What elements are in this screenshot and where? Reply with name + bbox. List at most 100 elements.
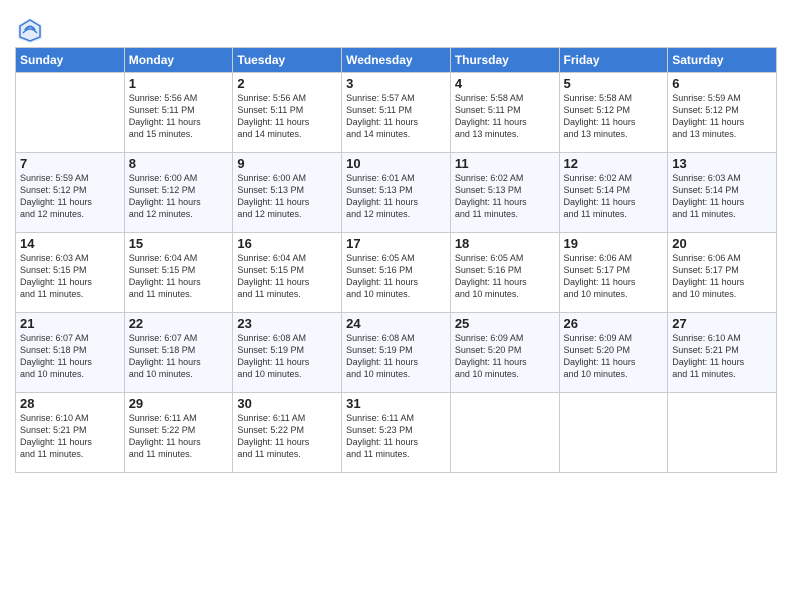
- day-number: 16: [237, 236, 337, 251]
- cell-info: Sunrise: 6:01 AM Sunset: 5:13 PM Dayligh…: [346, 172, 446, 221]
- day-header-tuesday: Tuesday: [233, 48, 342, 73]
- day-number: 8: [129, 156, 229, 171]
- day-number: 30: [237, 396, 337, 411]
- cell-info: Sunrise: 6:03 AM Sunset: 5:14 PM Dayligh…: [672, 172, 772, 221]
- header: [15, 10, 777, 45]
- day-number: 31: [346, 396, 446, 411]
- calendar-week-4: 21Sunrise: 6:07 AM Sunset: 5:18 PM Dayli…: [16, 313, 777, 393]
- logo: [15, 15, 49, 45]
- cell-info: Sunrise: 6:11 AM Sunset: 5:23 PM Dayligh…: [346, 412, 446, 461]
- day-number: 1: [129, 76, 229, 91]
- day-number: 12: [564, 156, 664, 171]
- calendar-cell: 19Sunrise: 6:06 AM Sunset: 5:17 PM Dayli…: [559, 233, 668, 313]
- calendar-cell: 28Sunrise: 6:10 AM Sunset: 5:21 PM Dayli…: [16, 393, 125, 473]
- day-header-wednesday: Wednesday: [342, 48, 451, 73]
- calendar-cell: 26Sunrise: 6:09 AM Sunset: 5:20 PM Dayli…: [559, 313, 668, 393]
- day-header-monday: Monday: [124, 48, 233, 73]
- cell-info: Sunrise: 6:05 AM Sunset: 5:16 PM Dayligh…: [455, 252, 555, 301]
- calendar-cell: 3Sunrise: 5:57 AM Sunset: 5:11 PM Daylig…: [342, 73, 451, 153]
- cell-info: Sunrise: 6:08 AM Sunset: 5:19 PM Dayligh…: [346, 332, 446, 381]
- calendar-cell: 16Sunrise: 6:04 AM Sunset: 5:15 PM Dayli…: [233, 233, 342, 313]
- calendar-cell: 7Sunrise: 5:59 AM Sunset: 5:12 PM Daylig…: [16, 153, 125, 233]
- calendar-cell: 23Sunrise: 6:08 AM Sunset: 5:19 PM Dayli…: [233, 313, 342, 393]
- day-number: 2: [237, 76, 337, 91]
- cell-info: Sunrise: 5:56 AM Sunset: 5:11 PM Dayligh…: [129, 92, 229, 141]
- cell-info: Sunrise: 5:56 AM Sunset: 5:11 PM Dayligh…: [237, 92, 337, 141]
- calendar-cell: 24Sunrise: 6:08 AM Sunset: 5:19 PM Dayli…: [342, 313, 451, 393]
- calendar-cell: 14Sunrise: 6:03 AM Sunset: 5:15 PM Dayli…: [16, 233, 125, 313]
- calendar-week-1: 1Sunrise: 5:56 AM Sunset: 5:11 PM Daylig…: [16, 73, 777, 153]
- cell-info: Sunrise: 5:57 AM Sunset: 5:11 PM Dayligh…: [346, 92, 446, 141]
- cell-info: Sunrise: 6:07 AM Sunset: 5:18 PM Dayligh…: [20, 332, 120, 381]
- cell-info: Sunrise: 5:58 AM Sunset: 5:12 PM Dayligh…: [564, 92, 664, 141]
- day-number: 21: [20, 316, 120, 331]
- calendar-cell: 9Sunrise: 6:00 AM Sunset: 5:13 PM Daylig…: [233, 153, 342, 233]
- day-header-saturday: Saturday: [668, 48, 777, 73]
- day-number: 19: [564, 236, 664, 251]
- cell-info: Sunrise: 6:00 AM Sunset: 5:13 PM Dayligh…: [237, 172, 337, 221]
- day-number: 29: [129, 396, 229, 411]
- calendar-cell: 21Sunrise: 6:07 AM Sunset: 5:18 PM Dayli…: [16, 313, 125, 393]
- calendar-cell: 25Sunrise: 6:09 AM Sunset: 5:20 PM Dayli…: [450, 313, 559, 393]
- logo-icon: [15, 15, 45, 45]
- cell-info: Sunrise: 6:03 AM Sunset: 5:15 PM Dayligh…: [20, 252, 120, 301]
- cell-info: Sunrise: 6:11 AM Sunset: 5:22 PM Dayligh…: [237, 412, 337, 461]
- day-number: 10: [346, 156, 446, 171]
- day-number: 27: [672, 316, 772, 331]
- calendar-cell: 29Sunrise: 6:11 AM Sunset: 5:22 PM Dayli…: [124, 393, 233, 473]
- cell-info: Sunrise: 6:02 AM Sunset: 5:14 PM Dayligh…: [564, 172, 664, 221]
- day-number: 24: [346, 316, 446, 331]
- calendar-cell: 2Sunrise: 5:56 AM Sunset: 5:11 PM Daylig…: [233, 73, 342, 153]
- cell-info: Sunrise: 6:06 AM Sunset: 5:17 PM Dayligh…: [672, 252, 772, 301]
- cell-info: Sunrise: 6:11 AM Sunset: 5:22 PM Dayligh…: [129, 412, 229, 461]
- cell-info: Sunrise: 6:02 AM Sunset: 5:13 PM Dayligh…: [455, 172, 555, 221]
- day-number: 11: [455, 156, 555, 171]
- calendar-cell: 11Sunrise: 6:02 AM Sunset: 5:13 PM Dayli…: [450, 153, 559, 233]
- calendar-cell: 30Sunrise: 6:11 AM Sunset: 5:22 PM Dayli…: [233, 393, 342, 473]
- day-number: 17: [346, 236, 446, 251]
- day-number: 22: [129, 316, 229, 331]
- cell-info: Sunrise: 6:06 AM Sunset: 5:17 PM Dayligh…: [564, 252, 664, 301]
- day-number: 28: [20, 396, 120, 411]
- calendar-cell: 8Sunrise: 6:00 AM Sunset: 5:12 PM Daylig…: [124, 153, 233, 233]
- cell-info: Sunrise: 5:59 AM Sunset: 5:12 PM Dayligh…: [20, 172, 120, 221]
- cell-info: Sunrise: 6:09 AM Sunset: 5:20 PM Dayligh…: [564, 332, 664, 381]
- cell-info: Sunrise: 6:09 AM Sunset: 5:20 PM Dayligh…: [455, 332, 555, 381]
- cell-info: Sunrise: 6:00 AM Sunset: 5:12 PM Dayligh…: [129, 172, 229, 221]
- calendar-cell: 10Sunrise: 6:01 AM Sunset: 5:13 PM Dayli…: [342, 153, 451, 233]
- calendar-cell: 31Sunrise: 6:11 AM Sunset: 5:23 PM Dayli…: [342, 393, 451, 473]
- day-number: 18: [455, 236, 555, 251]
- calendar-cell: 4Sunrise: 5:58 AM Sunset: 5:11 PM Daylig…: [450, 73, 559, 153]
- calendar-table: SundayMondayTuesdayWednesdayThursdayFrid…: [15, 47, 777, 473]
- calendar-cell: [668, 393, 777, 473]
- day-number: 5: [564, 76, 664, 91]
- cell-info: Sunrise: 6:04 AM Sunset: 5:15 PM Dayligh…: [237, 252, 337, 301]
- day-number: 20: [672, 236, 772, 251]
- cell-info: Sunrise: 6:07 AM Sunset: 5:18 PM Dayligh…: [129, 332, 229, 381]
- day-number: 14: [20, 236, 120, 251]
- day-number: 7: [20, 156, 120, 171]
- calendar-week-3: 14Sunrise: 6:03 AM Sunset: 5:15 PM Dayli…: [16, 233, 777, 313]
- calendar-cell: 1Sunrise: 5:56 AM Sunset: 5:11 PM Daylig…: [124, 73, 233, 153]
- calendar-cell: 12Sunrise: 6:02 AM Sunset: 5:14 PM Dayli…: [559, 153, 668, 233]
- calendar-week-2: 7Sunrise: 5:59 AM Sunset: 5:12 PM Daylig…: [16, 153, 777, 233]
- cell-info: Sunrise: 6:08 AM Sunset: 5:19 PM Dayligh…: [237, 332, 337, 381]
- calendar-cell: 5Sunrise: 5:58 AM Sunset: 5:12 PM Daylig…: [559, 73, 668, 153]
- calendar-week-5: 28Sunrise: 6:10 AM Sunset: 5:21 PM Dayli…: [16, 393, 777, 473]
- calendar-cell: 6Sunrise: 5:59 AM Sunset: 5:12 PM Daylig…: [668, 73, 777, 153]
- calendar-cell: 20Sunrise: 6:06 AM Sunset: 5:17 PM Dayli…: [668, 233, 777, 313]
- calendar-cell: 13Sunrise: 6:03 AM Sunset: 5:14 PM Dayli…: [668, 153, 777, 233]
- day-number: 15: [129, 236, 229, 251]
- cell-info: Sunrise: 6:10 AM Sunset: 5:21 PM Dayligh…: [20, 412, 120, 461]
- calendar-cell: 18Sunrise: 6:05 AM Sunset: 5:16 PM Dayli…: [450, 233, 559, 313]
- calendar-cell: 17Sunrise: 6:05 AM Sunset: 5:16 PM Dayli…: [342, 233, 451, 313]
- day-number: 4: [455, 76, 555, 91]
- day-number: 3: [346, 76, 446, 91]
- calendar-cell: [559, 393, 668, 473]
- day-number: 9: [237, 156, 337, 171]
- day-number: 25: [455, 316, 555, 331]
- main-container: SundayMondayTuesdayWednesdayThursdayFrid…: [0, 0, 792, 478]
- header-row: SundayMondayTuesdayWednesdayThursdayFrid…: [16, 48, 777, 73]
- calendar-cell: 15Sunrise: 6:04 AM Sunset: 5:15 PM Dayli…: [124, 233, 233, 313]
- day-number: 13: [672, 156, 772, 171]
